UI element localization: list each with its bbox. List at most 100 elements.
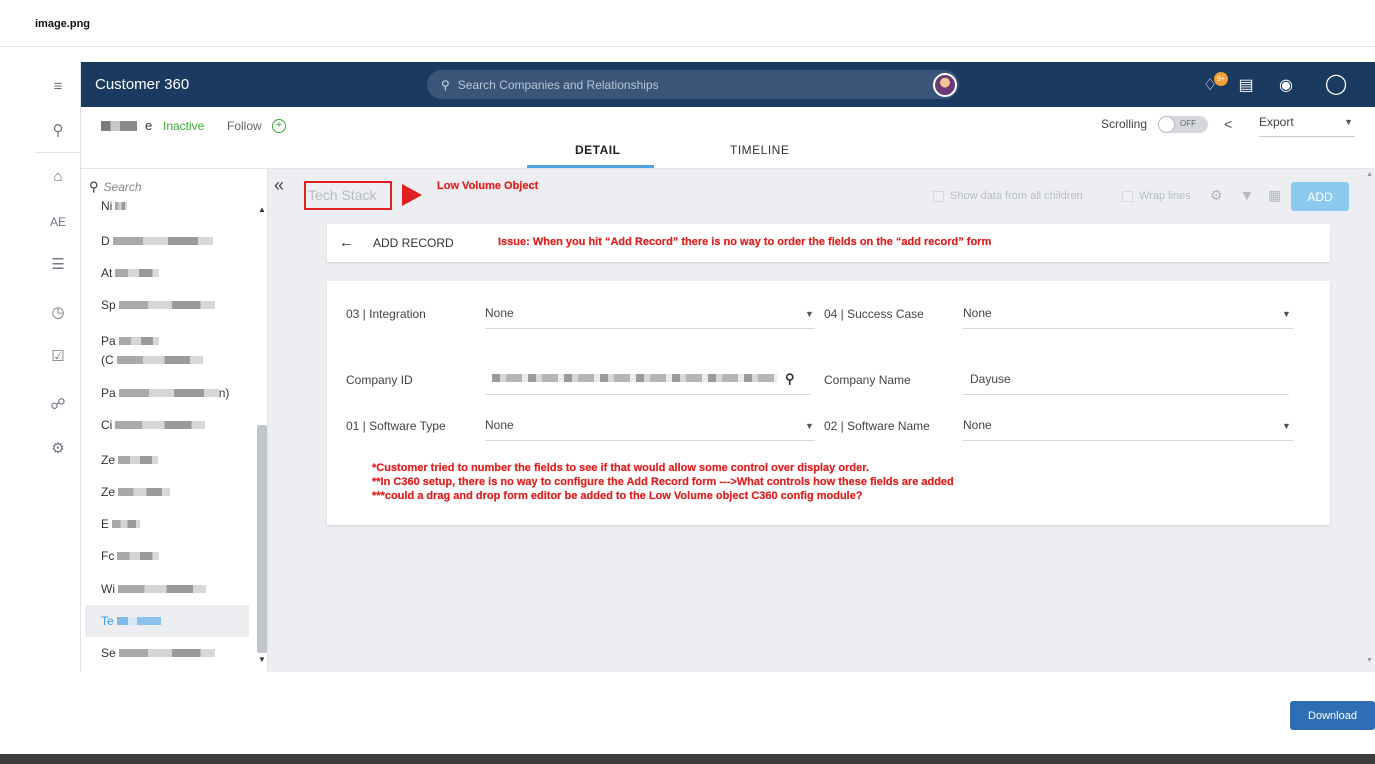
search-nav-icon[interactable]: ⚲	[48, 120, 68, 140]
checkbox[interactable]	[933, 190, 944, 202]
gear-icon[interactable]: ⚙	[48, 438, 68, 458]
scroll-down-icon[interactable]: ▼	[258, 655, 266, 664]
annotation-notes: *Customer tried to number the fields to …	[372, 461, 954, 503]
sidebar-search-input[interactable]: ⚲ Search	[89, 179, 142, 195]
field-underline	[485, 394, 811, 395]
wrap-lines-checkbox[interactable]: Wrap lines	[1122, 190, 1191, 202]
search-icon: ⚲	[89, 179, 99, 194]
app-title: Customer 360	[95, 76, 190, 93]
settings-gear-icon[interactable]: ⚙	[1210, 187, 1223, 204]
add-record-header: ← ADD RECORD Issue: When you hit “Add Re…	[327, 224, 1330, 262]
share-icon[interactable]: <	[1224, 116, 1232, 132]
content-scrollbar[interactable]: ▲ ▼	[1366, 169, 1375, 672]
global-search-input[interactable]: ⚲ Search Companies and Relationships	[427, 70, 959, 99]
company-id-redacted-value[interactable]	[492, 374, 777, 382]
scroll-up-icon[interactable]: ▲	[1366, 171, 1373, 178]
list-icon[interactable]: ☰	[48, 254, 68, 274]
annotation-note-3: ***could a drag and drop form editor be …	[372, 490, 863, 502]
annotation-note-2: **In C360 setup, there is no way to conf…	[372, 476, 954, 488]
nav-divider	[35, 152, 81, 153]
show-children-checkbox[interactable]: Show data from all children	[933, 190, 1083, 202]
success-case-select[interactable]: None	[963, 306, 992, 320]
timeline-icon[interactable]: ◷	[48, 302, 68, 322]
software-type-label: 01 | Software Type	[346, 419, 446, 433]
toggle-knob	[1158, 116, 1175, 133]
software-type-select[interactable]: None	[485, 418, 514, 432]
sidebar-item[interactable]: Ci	[101, 417, 206, 433]
sidebar-item[interactable]: Fc	[101, 548, 160, 564]
sidebar-search-placeholder: Search	[103, 180, 142, 194]
back-arrow-icon[interactable]: ←	[339, 234, 354, 251]
hamburger-menu-icon[interactable]: ≡	[48, 76, 68, 96]
search-placeholder: Search Companies and Relationships	[457, 77, 659, 92]
book-icon[interactable]: ▤	[1235, 74, 1257, 96]
field-underline	[963, 328, 1293, 329]
left-nav: ≡ ⚲ ⌂ AE ☰ ◷ ☑ ☍ ⚙	[35, 62, 81, 672]
export-label: Export	[1259, 115, 1294, 129]
sidebar-item[interactable]: Ze	[101, 484, 171, 500]
lookup-search-icon[interactable]: ⚲	[785, 371, 795, 387]
user-avatar[interactable]	[933, 73, 957, 97]
search-icon: ⚲	[441, 77, 450, 92]
software-name-label: 02 | Software Name	[824, 419, 930, 433]
field-underline	[485, 328, 815, 329]
tab-detail[interactable]: DETAIL	[575, 143, 620, 157]
sidebar-item[interactable]: D	[101, 233, 213, 249]
sidebar-item[interactable]: Wi	[101, 581, 206, 597]
chevron-down-icon[interactable]: ▼	[805, 309, 814, 319]
profile-icon[interactable]: ◯	[1325, 72, 1347, 95]
integration-select[interactable]: None	[485, 306, 514, 320]
company-id-label: Company ID	[346, 373, 413, 387]
section-sidebar: ⚲ Search « Ni D At Sp Pa (C Pa n) Ci Ze Z…	[81, 169, 284, 672]
chevron-down-icon: ▼	[1344, 117, 1353, 127]
annotation-highlight-box	[304, 181, 392, 210]
chevron-down-icon[interactable]: ▼	[805, 421, 814, 431]
show-children-label: Show data from all children	[950, 190, 1083, 202]
main-content: Tech Stack Low Volume Object Show data f…	[268, 169, 1375, 672]
sidebar-item[interactable]: (C	[101, 352, 203, 368]
annotation-note-1: *Customer tried to number the fields to …	[372, 462, 869, 474]
sidebar-item[interactable]: Ni	[101, 201, 128, 211]
add-record-form: 03 | Integration None ▼ 04 | Success Cas…	[327, 281, 1330, 525]
follow-link[interactable]: Follow	[227, 119, 262, 133]
add-record-label: ADD RECORD	[373, 236, 454, 250]
checklist-icon[interactable]: ☑	[48, 346, 68, 366]
viewer-title: image.png	[35, 18, 91, 30]
field-underline	[485, 440, 815, 441]
customer-360-app: ≡ ⚲ ⌂ AE ☰ ◷ ☑ ☍ ⚙ Customer 360 ⚲ Search…	[35, 62, 1375, 672]
sidebar-scrollbar[interactable]: ▲ ▼	[255, 205, 267, 665]
help-icon[interactable]: ◉	[1275, 74, 1297, 96]
scroll-thumb[interactable]	[257, 425, 267, 653]
collapse-sidebar-icon[interactable]: «	[274, 175, 284, 196]
table-icon[interactable]: ▦	[1268, 187, 1281, 204]
export-select[interactable]: Export ▼	[1259, 115, 1355, 137]
chevron-down-icon[interactable]: ▼	[1282, 309, 1291, 319]
software-name-select[interactable]: None	[963, 418, 992, 432]
sidebar-item[interactable]: Se	[101, 645, 215, 661]
sidebar-item[interactable]: Sp	[101, 297, 215, 313]
tab-timeline[interactable]: TIMELINE	[730, 143, 789, 157]
chevron-down-icon[interactable]: ▼	[1282, 421, 1291, 431]
download-button[interactable]: Download	[1290, 701, 1375, 730]
sidebar-item[interactable]: At	[101, 265, 160, 281]
scrolling-toggle[interactable]: OFF	[1158, 116, 1208, 133]
sidebar-item[interactable]: Ze	[101, 452, 159, 468]
toggle-text: OFF	[1180, 119, 1196, 128]
sidebar-item[interactable]: Pa	[101, 333, 159, 349]
filter-icon[interactable]: ▼	[1240, 187, 1254, 203]
sidebar-item[interactable]: Pa n)	[101, 385, 229, 401]
scroll-up-icon[interactable]: ▲	[258, 205, 266, 214]
sidebar-item[interactable]: E	[101, 516, 141, 532]
add-button[interactable]: ADD	[1291, 182, 1349, 211]
sidebar-item-tech-stack[interactable]: Te	[101, 613, 161, 629]
scroll-down-icon[interactable]: ▼	[1366, 657, 1373, 664]
follow-plus-icon[interactable]: +	[272, 119, 286, 133]
hierarchy-icon[interactable]: ☍	[48, 394, 68, 414]
home-icon[interactable]: ⌂	[48, 166, 68, 186]
checkbox[interactable]	[1122, 190, 1133, 202]
ae-nav-item[interactable]: AE	[48, 212, 68, 232]
company-name-input[interactable]: Dayuse	[970, 372, 1011, 386]
success-case-label: 04 | Success Case	[824, 307, 924, 321]
image-viewer: image.png ≡ ⚲ ⌂ AE ☰ ◷ ☑ ☍ ⚙ Customer 36…	[0, 0, 1375, 754]
tab-detail-underline	[527, 165, 654, 168]
